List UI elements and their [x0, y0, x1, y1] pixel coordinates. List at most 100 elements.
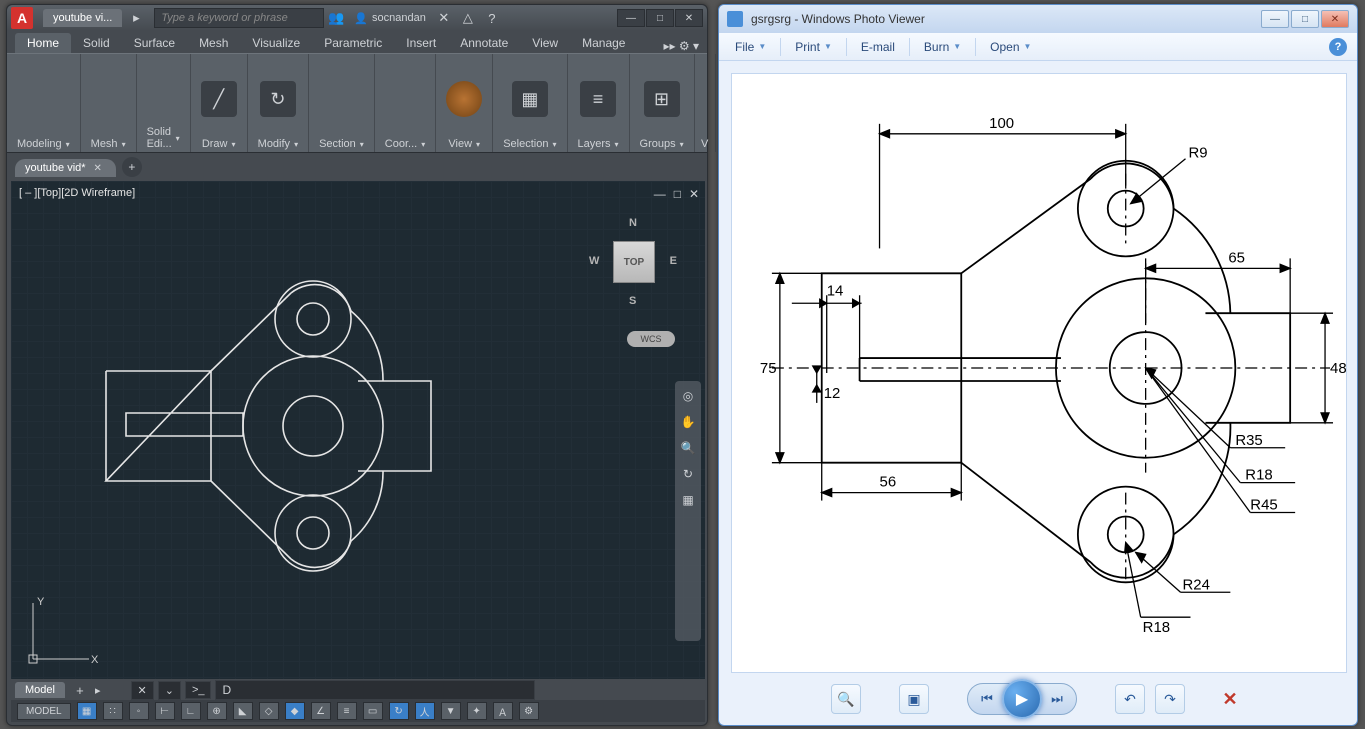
- draw-icon[interactable]: ╱: [201, 81, 237, 117]
- pv-menu-print[interactable]: Print▼: [789, 37, 838, 57]
- tab-view[interactable]: View: [520, 33, 570, 53]
- panel-groups[interactable]: ⊞Groups▾: [630, 54, 695, 152]
- tab-annotate[interactable]: Annotate: [448, 33, 520, 53]
- status-infer-icon[interactable]: ◦: [129, 702, 149, 720]
- tab-home[interactable]: Home: [15, 33, 71, 53]
- panel-solid-editing[interactable]: Solid Edi...▾: [137, 54, 191, 152]
- pv-slideshow-button[interactable]: ▶: [1002, 679, 1042, 719]
- pv-menu-file[interactable]: File▼: [729, 37, 772, 57]
- panel-label: View: [448, 138, 472, 150]
- document-tab[interactable]: youtube vid* ✕: [15, 159, 116, 177]
- panel-coordinates[interactable]: Coor...▾: [375, 54, 436, 152]
- panel-overflow[interactable]: V: [695, 54, 716, 152]
- cmd-history-icon[interactable]: ⌄: [158, 681, 181, 700]
- status-osnap-icon[interactable]: ◇: [259, 702, 279, 720]
- pv-zoom-button[interactable]: 🔍: [831, 684, 861, 714]
- status-3dosnap-icon[interactable]: ◆: [285, 702, 305, 720]
- tab-manage[interactable]: Manage: [570, 33, 637, 53]
- status-lweight-icon[interactable]: ≡: [337, 702, 357, 720]
- layers-icon[interactable]: ≡: [580, 81, 616, 117]
- status-transparency-icon[interactable]: ▭: [363, 702, 383, 720]
- svg-text:R35: R35: [1235, 432, 1262, 449]
- panel-modify[interactable]: ↻Modify▾: [248, 54, 309, 152]
- status-grid-icon[interactable]: ▦: [77, 702, 97, 720]
- close-tab-icon[interactable]: ✕: [94, 163, 102, 174]
- drawing-canvas[interactable]: [ – ][Top][2D Wireframe] — □ ✕ N S E W T…: [11, 181, 705, 679]
- command-line[interactable]: ✕ ⌄ >_: [131, 680, 706, 700]
- status-workspace-icon[interactable]: ⚙: [519, 702, 539, 720]
- svg-text:R45: R45: [1250, 497, 1277, 514]
- qat-tab[interactable]: youtube vi...: [43, 9, 122, 27]
- panel-view[interactable]: View▾: [436, 54, 493, 152]
- maximize-button[interactable]: □: [646, 9, 674, 27]
- add-layout-button[interactable]: +: [71, 681, 89, 699]
- ribbon-overflow[interactable]: ▸▸ ⚙ ▾: [664, 39, 700, 53]
- modify-icon[interactable]: ↻: [260, 81, 296, 117]
- panel-mesh[interactable]: Mesh▾: [81, 54, 137, 152]
- pv-menu-open[interactable]: Open▼: [984, 37, 1037, 57]
- pv-close-button[interactable]: ✕: [1321, 10, 1349, 28]
- qat-dropdown-icon[interactable]: ▸: [127, 9, 145, 27]
- status-filter-icon[interactable]: ▼: [441, 702, 461, 720]
- user-account[interactable]: 👤 socnandan: [354, 12, 426, 25]
- cloud-icon[interactable]: △: [459, 9, 477, 27]
- status-dynamic-icon[interactable]: ⊢: [155, 702, 175, 720]
- pv-maximize-button[interactable]: □: [1291, 10, 1319, 28]
- panel-selection[interactable]: ▦Selection▾: [493, 54, 567, 152]
- menu-separator: [846, 38, 847, 56]
- pv-actual-size-button[interactable]: ▣: [899, 684, 929, 714]
- command-input[interactable]: [215, 680, 535, 700]
- status-polar-icon[interactable]: ⊕: [207, 702, 227, 720]
- autocad-logo-icon[interactable]: A: [11, 7, 33, 29]
- search-icon[interactable]: 👥: [327, 9, 345, 27]
- tab-parametric[interactable]: Parametric: [312, 33, 394, 53]
- tab-surface[interactable]: Surface: [122, 33, 187, 53]
- panel-label: V: [701, 138, 708, 150]
- minimize-button[interactable]: —: [617, 9, 645, 27]
- panel-label: Groups: [640, 138, 676, 150]
- user-name: socnandan: [372, 12, 426, 24]
- view-icon[interactable]: [446, 81, 482, 117]
- selection-icon[interactable]: ▦: [512, 81, 548, 117]
- pv-image-area[interactable]: 100 R9 65: [731, 73, 1347, 673]
- close-button[interactable]: ✕: [675, 9, 703, 27]
- pv-minimize-button[interactable]: —: [1261, 10, 1289, 28]
- status-ortho-icon[interactable]: ∟: [181, 702, 201, 720]
- svg-text:R9: R9: [1189, 145, 1208, 162]
- panel-draw[interactable]: ╱Draw▾: [191, 54, 248, 152]
- pv-rotate-cw-button[interactable]: ↷: [1155, 684, 1185, 714]
- groups-icon[interactable]: ⊞: [644, 81, 680, 117]
- pv-app-icon: [727, 11, 743, 27]
- exchange-icon[interactable]: ✕: [435, 9, 453, 27]
- add-tab-button[interactable]: +: [122, 157, 142, 177]
- status-dynucs-icon[interactable]: 人: [415, 702, 435, 720]
- status-gizmo-icon[interactable]: ✦: [467, 702, 487, 720]
- help-dropdown-icon[interactable]: ?: [483, 9, 501, 27]
- status-iso-icon[interactable]: ◣: [233, 702, 253, 720]
- panel-label: Layers: [578, 138, 611, 150]
- status-model[interactable]: MODEL: [17, 703, 71, 720]
- pv-menu-email[interactable]: E-mail: [855, 37, 901, 57]
- pv-menu-burn[interactable]: Burn▼: [918, 37, 967, 57]
- pv-help-button[interactable]: ?: [1329, 38, 1347, 56]
- pv-next-button[interactable]: ⏭: [1042, 686, 1072, 712]
- pv-previous-button[interactable]: ⏮: [972, 686, 1002, 712]
- panel-layers[interactable]: ≡Layers▾: [568, 54, 630, 152]
- tab-visualize[interactable]: Visualize: [240, 33, 312, 53]
- pv-rotate-ccw-button[interactable]: ↶: [1115, 684, 1145, 714]
- cmd-close-icon[interactable]: ✕: [131, 681, 154, 700]
- tab-solid[interactable]: Solid: [71, 33, 122, 53]
- document-tabs: youtube vid* ✕ +: [7, 153, 707, 177]
- status-otrack-icon[interactable]: ∠: [311, 702, 331, 720]
- tab-mesh[interactable]: Mesh: [187, 33, 240, 53]
- status-snap-icon[interactable]: ∷: [103, 702, 123, 720]
- panel-modeling[interactable]: Modeling▾: [7, 54, 81, 152]
- search-input[interactable]: Type a keyword or phrase: [154, 8, 324, 28]
- panel-section[interactable]: Section▾: [309, 54, 375, 152]
- model-tab[interactable]: Model: [15, 682, 65, 698]
- pv-delete-button[interactable]: ✕: [1215, 684, 1245, 714]
- status-cycling-icon[interactable]: ↻: [389, 702, 409, 720]
- status-annot-icon[interactable]: Ａ: [493, 702, 513, 720]
- layout-overflow-icon[interactable]: ▸: [95, 684, 101, 697]
- tab-insert[interactable]: Insert: [394, 33, 448, 53]
